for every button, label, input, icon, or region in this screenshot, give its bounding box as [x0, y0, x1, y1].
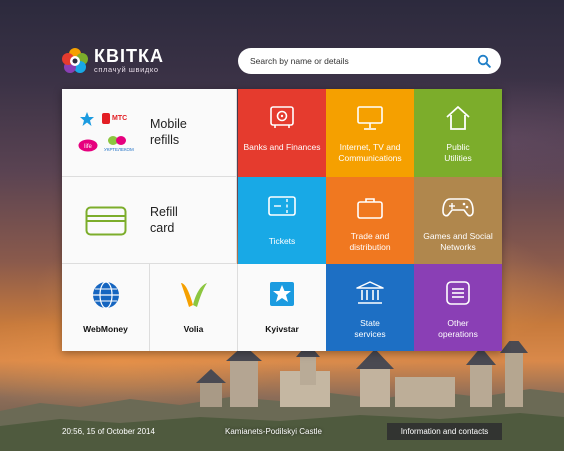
kyivstar-star-icon [80, 112, 94, 126]
brand-logo[interactable]: КВІТКА сплачуй швидко [62, 47, 164, 75]
svg-text:life: life [84, 144, 92, 150]
tile-banks-finances[interactable]: Banks and Finances [238, 89, 326, 177]
volia-logo-icon [180, 283, 207, 307]
webmoney-globe-icon [92, 281, 119, 309]
search-icon[interactable] [477, 54, 491, 68]
search-bar[interactable] [238, 48, 501, 74]
house-icon [446, 106, 470, 130]
state-services-label: State services [354, 318, 386, 339]
government-icon [356, 281, 384, 304]
list-icon [446, 281, 470, 305]
kyivstar-logo-icon [270, 282, 294, 306]
info-contacts-button[interactable]: Information and contacts [387, 423, 502, 440]
refill-card-label-1: Refill [150, 205, 178, 219]
tile-kyivstar[interactable]: Kyivstar [238, 264, 326, 351]
flower-logo-icon [62, 48, 88, 73]
tile-mobile-refills[interactable]: МТС life УКРТЕЛЕКОМ Mobile refills [62, 89, 237, 177]
tile-refill-card[interactable]: Refill card [62, 177, 237, 264]
volia-label: Volia [183, 324, 204, 334]
refill-card-label-2: card [150, 221, 175, 235]
public-utilities-label: Public Utilities [444, 142, 472, 163]
services-grid: МТС life УКРТЕЛЕКОМ Mobile refills Banks… [62, 89, 502, 351]
card-icon [85, 206, 127, 236]
datetime-display: 20:56, 15 of October 2014 [62, 427, 155, 436]
webmoney-label: WebMoney [83, 324, 128, 334]
tile-webmoney[interactable]: WebMoney [62, 264, 150, 351]
location-caption: Kamianets-Podilskyi Castle [225, 427, 322, 436]
tile-games-social[interactable]: Games and Social Networks [414, 177, 502, 264]
mts-logo: МТС [102, 113, 127, 124]
tickets-label: Tickets [268, 236, 296, 246]
tile-trade-distribution[interactable]: Trade and distribution [326, 177, 414, 264]
gamepad-icon [442, 198, 474, 217]
games-label: Games and Social Networks [423, 231, 493, 252]
other-operations-label: Other operations [438, 318, 478, 339]
tile-other-operations[interactable]: Other operations [414, 264, 502, 351]
mobile-refills-label-1: Mobile [150, 117, 187, 131]
mobile-refills-label-2: refills [150, 133, 180, 147]
ticket-icon [268, 196, 296, 216]
internet-tv-label: Internet, TV and Communications [338, 142, 402, 163]
tile-internet-tv[interactable]: Internet, TV and Communications [326, 89, 414, 177]
tile-state-services[interactable]: State services [326, 264, 414, 351]
brand-name: КВІТКА [94, 46, 164, 66]
trade-label: Trade and distribution [349, 231, 391, 252]
brand-tagline: сплачуй швидко [94, 65, 159, 74]
banks-label: Banks and Finances [243, 142, 321, 152]
tile-public-utilities[interactable]: Public Utilities [414, 89, 502, 177]
tile-volia[interactable]: Volia [150, 264, 238, 351]
life-logo-icon: life [78, 139, 98, 152]
briefcase-icon [357, 198, 383, 219]
search-input[interactable] [250, 56, 477, 66]
utel-logo: УКРТЕЛЕКОМ [104, 136, 134, 156]
monitor-icon [357, 106, 383, 130]
tile-tickets[interactable]: Tickets [238, 177, 326, 264]
kyivstar-label: Kyivstar [265, 324, 299, 334]
safe-icon [270, 106, 294, 128]
